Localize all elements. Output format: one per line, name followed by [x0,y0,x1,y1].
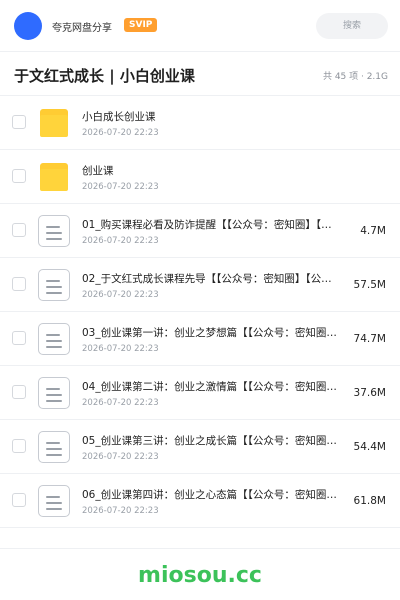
file-date: 2026-07-20 22:23 [82,344,159,354]
file-date: 2026-07-20 22:23 [82,290,159,300]
document-icon [38,485,70,517]
avatar[interactable] [14,12,42,40]
site-name: 夸克网盘分享 [52,23,112,34]
file-row[interactable]: 03_创业课第一讲：创业之梦想篇【【公众号：密知圈… 2026-07-20 22:… [0,312,400,366]
file-row[interactable]: 创业课 2026-07-20 22:23 [0,150,400,204]
footer: miosou.cc [0,548,400,600]
folder-icon [38,107,70,139]
select-checkbox[interactable] [12,385,26,399]
file-name[interactable]: 创业课 [82,163,354,178]
file-name[interactable]: 05_创业课第三讲：创业之成长篇【【公众号：密知圈… [82,433,354,448]
file-name[interactable]: 06_创业课第四讲：创业之心态篇【【公众号：密知圈… [82,487,354,502]
file-size: 61.8M [353,495,386,507]
document-icon [38,269,70,301]
file-date: 2026-07-20 22:23 [82,182,159,192]
file-size: 37.6M [353,387,386,399]
file-name[interactable]: 小白成长创业课 [82,109,354,124]
select-checkbox[interactable] [12,439,26,453]
folder-icon [38,161,70,193]
watermark-logo: miosou.cc [138,563,262,588]
file-row[interactable]: 04_创业课第二讲：创业之激情篇【【公众号：密知圈… 2026-07-20 22:… [0,366,400,420]
document-icon [38,431,70,463]
file-name[interactable]: 02_于文红式成长课程先导【【公众号：密知圈】【公… [82,271,354,286]
top-bar: 夸克网盘分享 SVIP 搜索 [0,0,400,52]
select-checkbox[interactable] [12,331,26,345]
share-meta: 共 45 项 · 2.1G [322,72,388,82]
file-size: 4.7M [360,225,386,237]
file-size: 54.4M [353,441,386,453]
file-name[interactable]: 03_创业课第一讲：创业之梦想篇【【公众号：密知圈… [82,325,354,340]
file-name[interactable]: 04_创业课第二讲：创业之激情篇【【公众号：密知圈… [82,379,354,394]
file-date: 2026-07-20 22:23 [82,236,159,246]
select-checkbox[interactable] [12,115,26,129]
file-row[interactable]: 小白成长创业课 2026-07-20 22:23 [0,96,400,150]
document-icon [38,215,70,247]
file-row[interactable]: 06_创业课第四讲：创业之心态篇【【公众号：密知圈… 2026-07-20 22:… [0,474,400,528]
file-size: 74.7M [353,333,386,345]
file-row[interactable]: 01_购买课程必看及防诈提醒【【公众号：密知圈】【… 2026-07-20 22:… [0,204,400,258]
select-checkbox[interactable] [12,277,26,291]
select-checkbox[interactable] [12,223,26,237]
svip-badge: SVIP [124,18,158,32]
file-date: 2026-07-20 22:23 [82,452,159,462]
file-size: 57.5M [353,279,386,291]
share-title-bar: 于文红式成长 | 小白创业课 共 45 项 · 2.1G [0,52,400,96]
select-checkbox[interactable] [12,493,26,507]
file-date: 2026-07-20 22:23 [82,506,159,516]
search-input[interactable]: 搜索 [316,13,388,39]
select-checkbox[interactable] [12,169,26,183]
file-date: 2026-07-20 22:23 [82,398,159,408]
file-date: 2026-07-20 22:23 [82,128,159,138]
file-name[interactable]: 01_购买课程必看及防诈提醒【【公众号：密知圈】【… [82,217,354,232]
document-icon [38,323,70,355]
file-row[interactable]: 05_创业课第三讲：创业之成长篇【【公众号：密知圈… 2026-07-20 22:… [0,420,400,474]
file-row[interactable]: 02_于文红式成长课程先导【【公众号：密知圈】【公… 2026-07-20 22:… [0,258,400,312]
page-title: 于文红式成长 | 小白创业课 [14,67,195,85]
document-icon [38,377,70,409]
file-list: 小白成长创业课 2026-07-20 22:23 创业课 2026-07-20 22:… [0,96,400,528]
